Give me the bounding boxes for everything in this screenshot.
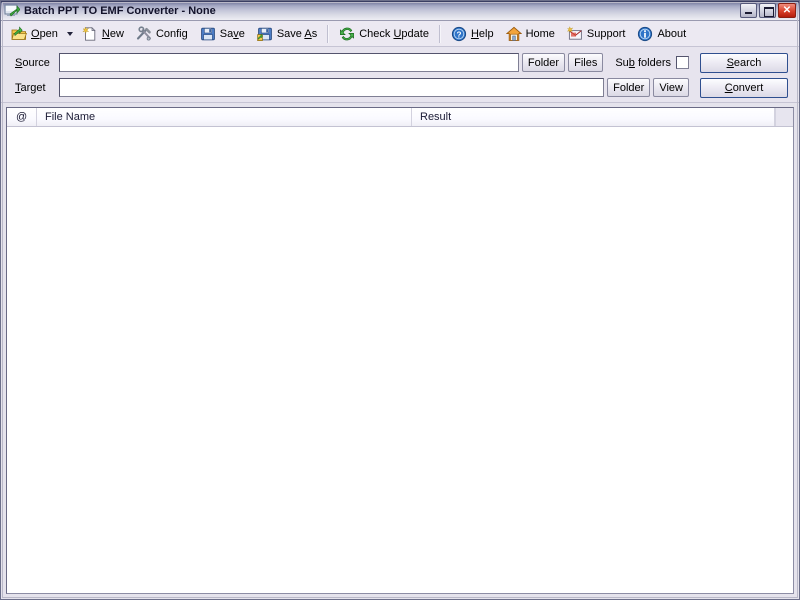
close-icon: ✕ [779, 4, 795, 17]
maximize-button[interactable] [759, 3, 776, 18]
refresh-update-icon [339, 26, 355, 42]
config-tools-icon [136, 26, 152, 42]
toolbar-button-home[interactable]: Home [500, 22, 561, 46]
header-corner [775, 108, 793, 126]
file-list-header: @ File Name Result [7, 108, 793, 127]
sub-folders-group: Sub folders [615, 56, 689, 69]
source-input[interactable] [59, 53, 519, 72]
search-button[interactable]: Search [700, 53, 788, 73]
new-document-icon [82, 26, 98, 42]
toolbar-label-new: New [102, 28, 124, 40]
toolbar-label-config: Config [156, 28, 188, 40]
toolbar-button-save-as[interactable]: Save As [251, 22, 323, 46]
source-files-button[interactable]: Files [568, 53, 603, 72]
file-list-body[interactable] [7, 127, 793, 593]
column-header-result[interactable]: Result [412, 108, 775, 126]
toolbar-button-save[interactable]: Save [194, 22, 251, 46]
toolbar: Open New [1, 21, 799, 47]
toolbar-label-support: Support [587, 28, 626, 40]
source-label: Source [15, 57, 59, 69]
help-question-icon: ? [451, 26, 467, 42]
window-title: Batch PPT TO EMF Converter - None [24, 5, 216, 17]
save-floppy-icon [200, 26, 216, 42]
save-as-floppy-icon [257, 26, 273, 42]
toolbar-label-open: Open [31, 28, 58, 40]
toolbar-label-about: About [657, 28, 686, 40]
sub-folders-checkbox[interactable] [676, 56, 689, 69]
sub-folders-label: Sub folders [615, 57, 671, 69]
toolbar-button-help[interactable]: ? Help [445, 22, 500, 46]
toolbar-button-config[interactable]: Config [130, 22, 194, 46]
toolbar-button-support[interactable]: Support [561, 22, 632, 46]
target-folder-button[interactable]: Folder [607, 78, 650, 97]
toolbar-button-new[interactable]: New [76, 22, 130, 46]
toolbar-separator-2 [439, 25, 441, 43]
open-folder-icon [11, 26, 27, 42]
toolbar-separator-1 [327, 25, 329, 43]
toolbar-button-about[interactable]: About [631, 22, 692, 46]
app-converter-icon [4, 3, 20, 19]
source-row: Source Folder Files Sub folders Search [1, 52, 799, 73]
target-label: Target [15, 82, 59, 94]
column-header-at[interactable]: @ [7, 108, 37, 126]
toolbar-label-save-as: Save As [277, 28, 317, 40]
toolbar-label-check-update: Check Update [359, 28, 429, 40]
open-dropdown-arrow-icon[interactable] [64, 23, 76, 45]
toolbar-label-save: Save [220, 28, 245, 40]
svg-text:?: ? [456, 30, 461, 39]
close-button[interactable]: ✕ [778, 3, 796, 18]
column-header-file-name[interactable]: File Name [37, 108, 412, 126]
title-bar[interactable]: Batch PPT TO EMF Converter - None ✕ [1, 1, 799, 21]
search-button-label: Search [727, 57, 762, 69]
support-mail-icon [567, 26, 583, 42]
convert-button[interactable]: Convert [700, 78, 788, 98]
toolbar-label-help: Help [471, 28, 494, 40]
source-folder-button[interactable]: Folder [522, 53, 565, 72]
toolbar-label-home: Home [526, 28, 555, 40]
io-panel: Source Folder Files Sub folders Search T… [1, 47, 799, 103]
app-window: Batch PPT TO EMF Converter - None ✕ [0, 0, 800, 600]
target-row: Target Folder View Convert [1, 77, 799, 98]
target-view-button[interactable]: View [653, 78, 689, 97]
minimize-button[interactable] [740, 3, 757, 18]
file-list-view[interactable]: @ File Name Result [6, 107, 794, 594]
toolbar-button-open[interactable]: Open [5, 22, 64, 46]
toolbar-button-check-update[interactable]: Check Update [333, 22, 435, 46]
convert-button-label: Convert [725, 82, 764, 94]
target-input[interactable] [59, 78, 604, 97]
about-info-icon [637, 26, 653, 42]
home-house-icon [506, 26, 522, 42]
window-controls: ✕ [740, 3, 796, 18]
